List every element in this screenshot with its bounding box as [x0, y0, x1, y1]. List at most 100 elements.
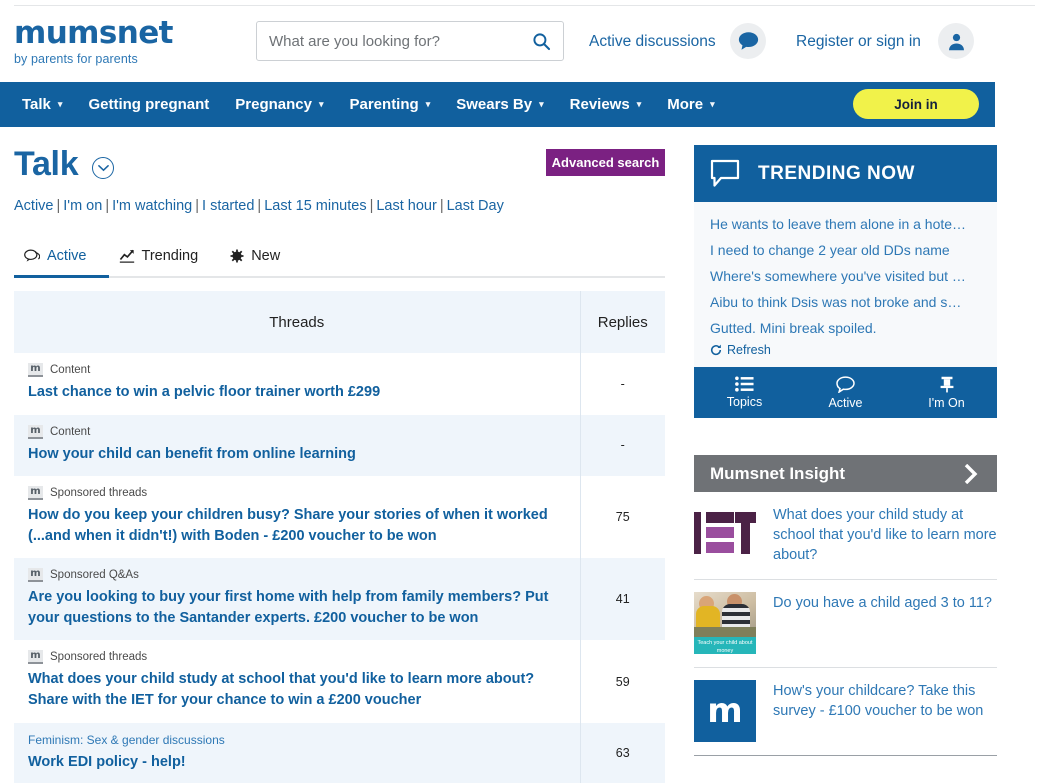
nav-label: Reviews — [569, 96, 630, 113]
table-row[interactable]: m Sponsored threads What does your child… — [14, 640, 665, 723]
filter-active[interactable]: Active — [14, 198, 54, 214]
list-item[interactable]: Teach your child about money Do you have… — [694, 580, 997, 668]
nav-label: Talk — [22, 96, 51, 113]
nav-item-pregnancy[interactable]: Pregnancy ▾ — [222, 82, 336, 127]
insight-item-title[interactable]: What does your child study at school tha… — [773, 504, 997, 565]
thread-replies: - — [620, 376, 625, 391]
thread-category: Sponsored threads — [50, 651, 148, 664]
active-discussions-icon-button[interactable] — [730, 23, 766, 59]
mumsnet-m-logo-icon: m — [694, 680, 756, 742]
thread-category: Content — [50, 364, 91, 376]
user-avatar-icon — [948, 33, 964, 50]
chevron-right-icon — [964, 463, 978, 484]
pin-icon — [940, 376, 953, 392]
logo-tagline: by parents for parents — [14, 52, 138, 66]
column-header-replies: Replies — [580, 291, 665, 353]
table-row[interactable]: m Sponsored Q&As Are you looking to buy … — [14, 558, 665, 641]
search-box[interactable] — [256, 21, 564, 61]
mumsnet-insight-panel: Mumsnet Insight What does your child stu… — [694, 455, 997, 756]
thread-meta: m Content — [28, 363, 566, 377]
nav-item-more[interactable]: More ▾ — [654, 82, 727, 127]
list-item[interactable]: He wants to leave them alone in a hote… — [710, 211, 981, 237]
table-row[interactable]: m Sponsored threads How do you keep your… — [14, 476, 665, 559]
filter-last-15-minutes[interactable]: Last 15 minutes — [264, 198, 366, 214]
list-item[interactable]: Where's somewhere you've visited but … — [710, 263, 981, 289]
list-icon — [735, 376, 754, 392]
search-input[interactable] — [257, 22, 519, 60]
insight-item-title[interactable]: Do you have a child aged 3 to 11? — [773, 592, 992, 613]
filter-im-watching[interactable]: I'm watching — [112, 198, 192, 214]
nav-item-getting-pregnant[interactable]: Getting pregnant — [75, 82, 222, 127]
chevron-down-icon: ▾ — [539, 99, 544, 109]
thread-category[interactable]: Feminism: Sex & gender discussions — [28, 733, 225, 747]
thread-title[interactable]: Are you looking to buy your first home w… — [28, 587, 566, 628]
list-item[interactable]: Aibu to think Dsis was not broke and s… — [710, 289, 981, 315]
tab-new[interactable]: New — [220, 245, 302, 276]
table-row[interactable]: m Content How your child can benefit fro… — [14, 414, 665, 477]
search-button[interactable] — [519, 22, 563, 60]
chevron-down-icon: ▾ — [57, 99, 63, 109]
thread-meta: m Sponsored Q&As — [28, 568, 566, 583]
thumbnail-caption: Teach your child about money — [697, 640, 753, 654]
iet-logo-icon — [694, 504, 756, 566]
tab-trending[interactable]: Trending — [109, 245, 221, 276]
thread-title[interactable]: How your child can benefit from online l… — [28, 444, 566, 465]
thread-replies: 75 — [615, 510, 630, 525]
join-in-button[interactable]: Join in — [853, 89, 979, 119]
thread-title[interactable]: How do you keep your children busy? Shar… — [28, 505, 566, 546]
talk-dropdown-toggle[interactable] — [92, 157, 114, 179]
nav-item-reviews[interactable]: Reviews ▾ — [557, 82, 655, 127]
footer-tab-active[interactable]: Active — [795, 367, 896, 418]
nav-label: Getting pregnant — [88, 96, 210, 113]
thread-replies: 59 — [615, 674, 630, 689]
insight-item-title[interactable]: How's your childcare? Take this survey -… — [773, 680, 997, 721]
thread-replies: - — [580, 414, 665, 477]
filter-i-started[interactable]: I started — [202, 198, 254, 214]
search-icon — [532, 32, 550, 50]
nav-item-talk[interactable]: Talk ▾ — [0, 82, 75, 127]
nav-label: More — [667, 96, 704, 113]
thread-meta: m Sponsored threads — [28, 650, 566, 665]
footer-tab-im-on[interactable]: I'm On — [896, 367, 997, 418]
thread-replies: 41 — [580, 558, 665, 641]
list-item[interactable]: m How's your childcare? Take this survey… — [694, 668, 997, 756]
footer-tab-topics[interactable]: Topics — [694, 367, 795, 418]
filter-last-day[interactable]: Last Day — [447, 198, 504, 214]
tab-active[interactable]: Active — [14, 245, 109, 278]
speech-bubble-icon — [836, 375, 855, 393]
refresh-button[interactable]: Refresh — [710, 343, 981, 357]
children-photo-thumbnail: Teach your child about money — [694, 592, 756, 654]
thread-title[interactable]: Work EDI policy - help! — [28, 752, 566, 773]
thread-meta: m Content — [28, 424, 566, 439]
active-discussions-link[interactable]: Active discussions — [589, 33, 716, 51]
list-item[interactable]: What does your child study at school tha… — [694, 492, 997, 580]
divider: | — [439, 198, 444, 214]
mumsnet-logo[interactable]: mumsnet by parents for parents — [14, 18, 214, 67]
advanced-search-button[interactable]: Advanced search — [546, 149, 665, 176]
filter-last-hour[interactable]: Last hour — [376, 198, 436, 214]
filter-links: Active | I'm on | I'm watching | I started | Las… — [14, 198, 504, 214]
footer-tab-label: Active — [828, 395, 863, 410]
mumsnet-badge-icon: m — [28, 650, 43, 665]
thread-title[interactable]: What does your child study at school tha… — [28, 669, 566, 710]
thread-title[interactable]: Last chance to win a pelvic floor traine… — [28, 382, 566, 403]
list-item[interactable]: I need to change 2 year old DDs name — [710, 237, 981, 263]
speech-bubble-icon — [710, 159, 740, 187]
trending-now-title: TRENDING NOW — [758, 162, 915, 184]
mumsnet-insight-header[interactable]: Mumsnet Insight — [694, 455, 997, 492]
nav-item-swears-by[interactable]: Swears By ▾ — [443, 82, 556, 127]
thread-category: Sponsored threads — [50, 487, 148, 500]
nav-item-parenting[interactable]: Parenting ▾ — [337, 82, 444, 127]
filter-im-on[interactable]: I'm on — [63, 198, 102, 214]
thread-category: Content — [50, 425, 91, 438]
account-icon-button[interactable] — [938, 23, 974, 59]
mumsnet-badge-icon: m — [28, 568, 43, 583]
mumsnet-badge-icon: m — [28, 363, 43, 377]
register-sign-in-link[interactable]: Register or sign in — [796, 33, 921, 51]
table-row[interactable]: Feminism: Sex & gender discussions Work … — [14, 722, 665, 783]
divider: | — [56, 198, 61, 214]
table-row[interactable]: m Content Last chance to win a pelvic fl… — [14, 353, 665, 415]
list-item[interactable]: Gutted. Mini break spoiled. — [710, 315, 981, 341]
chevron-down-icon: ▾ — [710, 99, 715, 109]
chevron-down-icon: ▾ — [425, 99, 431, 109]
